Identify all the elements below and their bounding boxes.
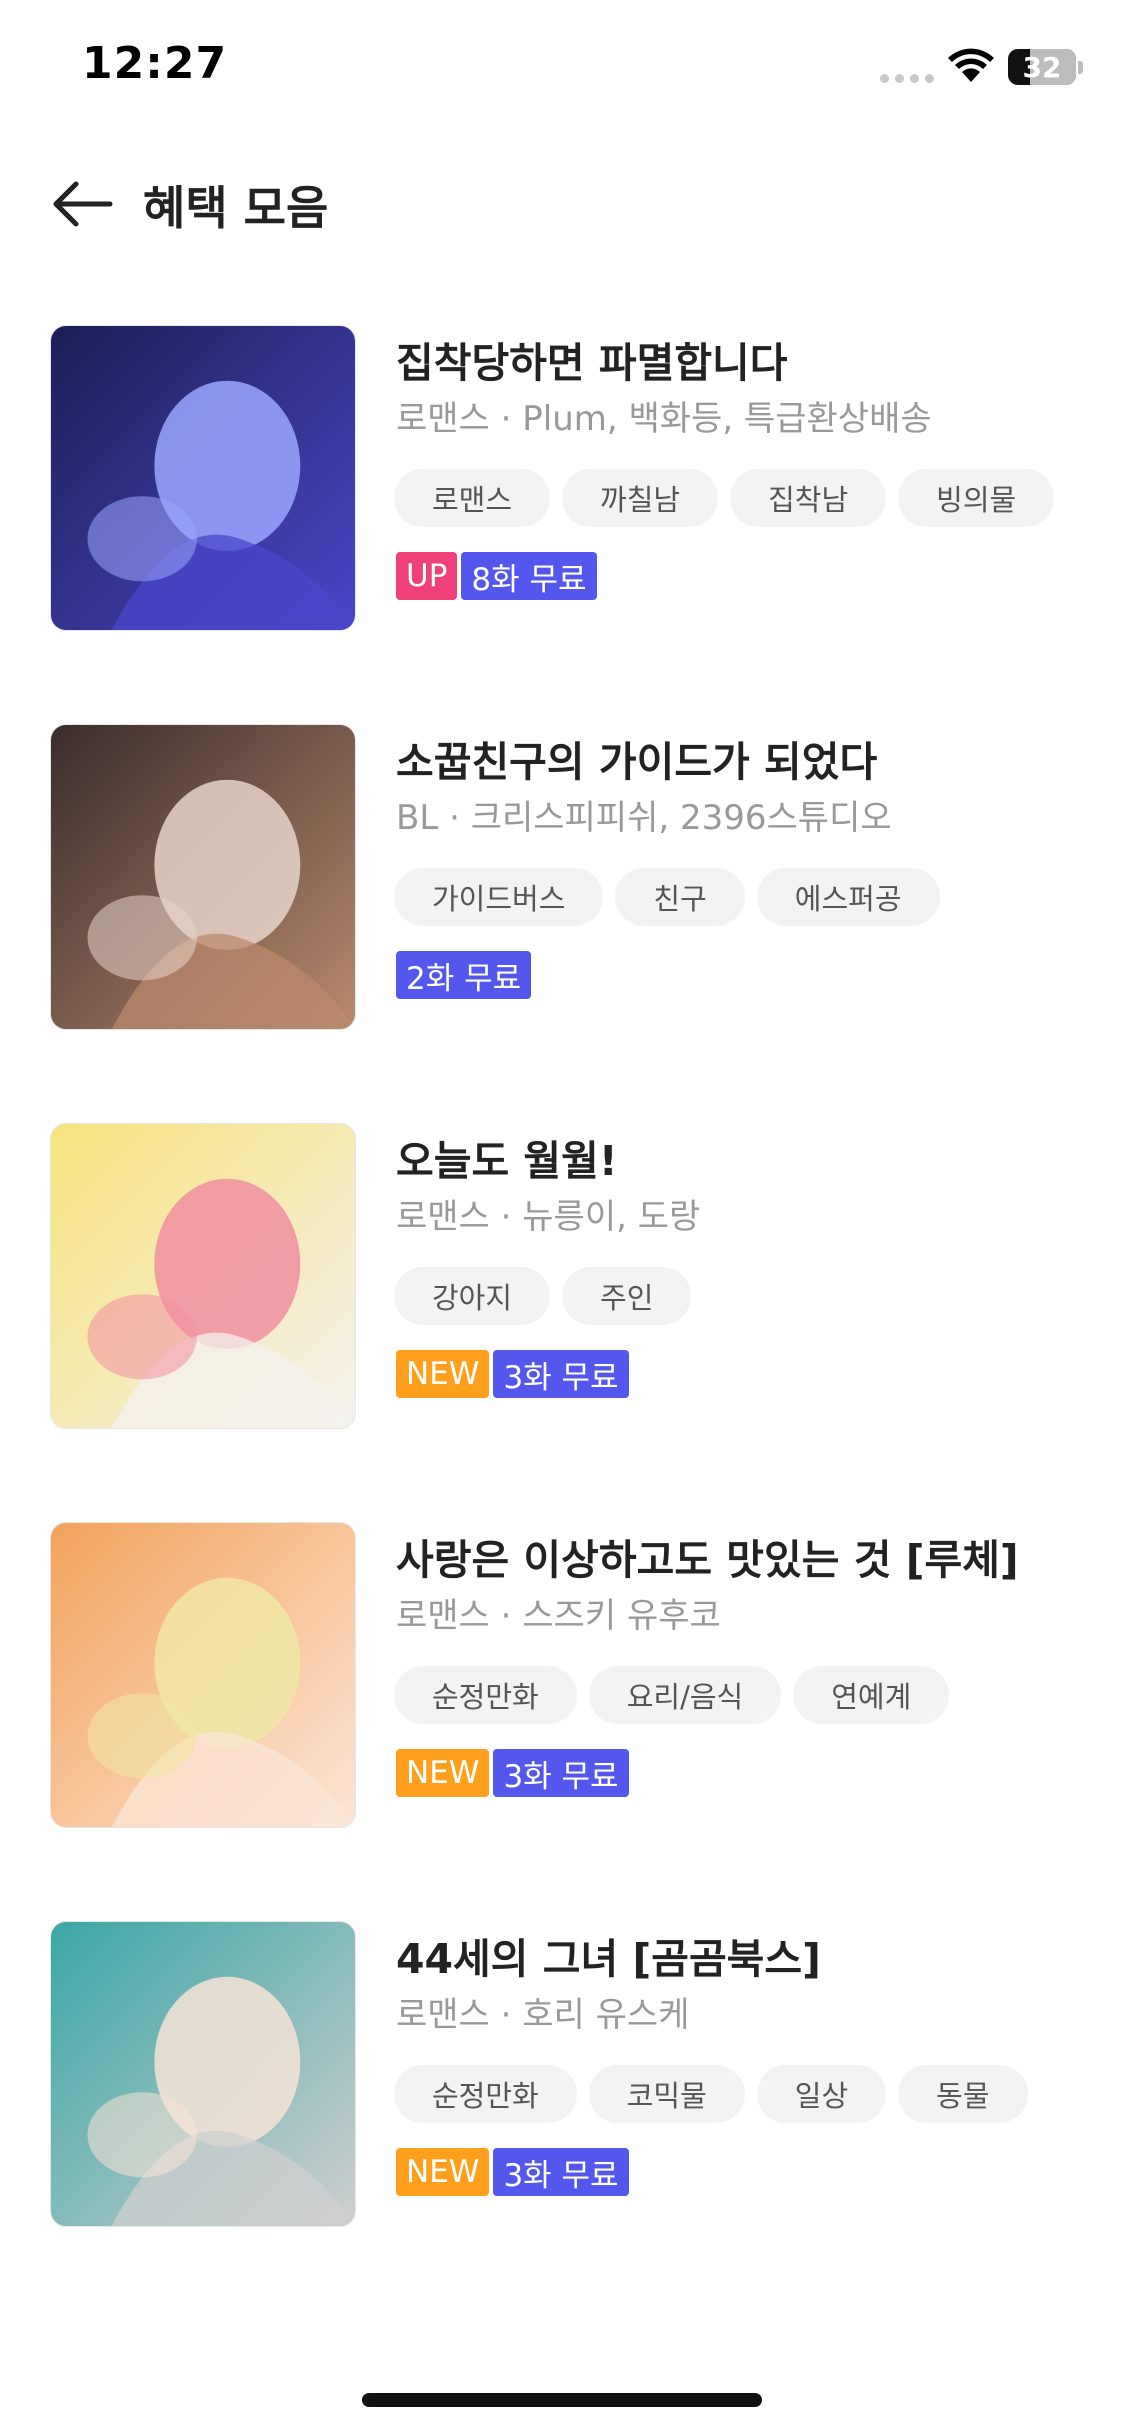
comic-thumbnail[interactable] — [50, 1522, 356, 1828]
tag-chip[interactable]: 에스퍼공 — [756, 868, 940, 926]
comic-meta: 로맨스 · 뉴릉이, 도랑 — [396, 1197, 701, 1237]
free-episodes-badge: 8화 무료 — [461, 552, 597, 600]
tag-chip[interactable]: 로맨스 — [394, 469, 551, 527]
comic-list-item[interactable]: 소꿉친구의 가이드가 되었다 BL · 크리스피피쉬, 2396스튜디오가이드버스… — [0, 722, 1125, 1032]
comic-title[interactable]: 집착당하면 파멸합니다 — [396, 329, 787, 389]
wifi-icon — [948, 48, 994, 82]
comic-list-item[interactable]: 사랑은 이상하고도 맛있는 것 [루체] 로맨스 · 스즈키 유후코순정만화 요리/… — [0, 1520, 1125, 1830]
comic-thumbnail[interactable] — [50, 1123, 356, 1429]
new-badge: NEW — [396, 2148, 490, 2196]
battery-level: 32 — [1022, 50, 1062, 84]
tag-list: 순정만화 코믹물 일상 동물 — [394, 2065, 1028, 2123]
free-episodes-badge: 3화 무료 — [493, 2148, 629, 2196]
tag-list: 가이드버스 친구 에스퍼공 — [394, 868, 940, 926]
arrow-left-icon — [53, 181, 113, 227]
comic-thumbnail[interactable] — [50, 325, 356, 631]
badge-list: NEW 3화 무료 — [396, 1350, 629, 1398]
tag-chip[interactable]: 가이드버스 — [394, 868, 604, 926]
free-episodes-badge: 2화 무료 — [396, 951, 532, 999]
status-bar: 12:27 32 — [0, 0, 1125, 140]
badge-list: 2화 무료 — [396, 951, 532, 999]
comic-title[interactable]: 오늘도 월월! — [396, 1127, 618, 1187]
comic-list-item[interactable]: 집착당하면 파멸합니다로맨스 · Plum, 백화등, 특급환상배송로맨스 까칠남… — [0, 323, 1125, 633]
page-title: 혜택 모음 — [143, 181, 329, 235]
battery-icon: 32 — [1008, 49, 1076, 85]
comic-title[interactable]: 소꿉친구의 가이드가 되었다 — [396, 728, 877, 788]
free-episodes-badge: 3화 무료 — [493, 1350, 629, 1398]
comic-title[interactable]: 사랑은 이상하고도 맛있는 것 [루체] — [396, 1526, 1019, 1586]
tag-chip[interactable]: 강아지 — [394, 1267, 551, 1325]
tag-chip[interactable]: 빙의물 — [898, 469, 1055, 527]
tag-list: 순정만화 요리/음식 연예계 — [394, 1666, 950, 1724]
comic-thumbnail[interactable] — [50, 1921, 356, 2227]
tag-chip[interactable]: 코믹물 — [588, 2065, 745, 2123]
tag-chip[interactable]: 동물 — [898, 2065, 1028, 2123]
comic-list-item[interactable]: 44세의 그녀 [곰곰북스] 로맨스 · 호리 유스케순정만화 코믹물 일상 동물 NEW… — [0, 1919, 1125, 2229]
comic-meta: 로맨스 · 스즈키 유후코 — [396, 1596, 721, 1636]
header: 혜택 모음 — [0, 150, 1125, 260]
badge-list: NEW 3화 무료 — [396, 1749, 629, 1797]
comic-thumbnail[interactable] — [50, 724, 356, 1030]
tag-chip[interactable]: 순정만화 — [394, 1666, 577, 1724]
new-badge: NEW — [396, 1350, 490, 1398]
comic-meta: 로맨스 · Plum, 백화등, 특급환상배송 — [396, 399, 932, 439]
up-badge: UP — [396, 552, 458, 600]
comic-meta: 로맨스 · 호리 유스케 — [396, 1995, 690, 2035]
tag-list: 강아지 주인 — [394, 1267, 692, 1325]
status-time: 12:27 — [82, 38, 228, 89]
new-badge: NEW — [396, 1749, 490, 1797]
badge-list: UP 8화 무료 — [396, 552, 597, 600]
cellular-signal-icon — [880, 74, 934, 83]
tag-list: 로맨스 까칠남 집착남 빙의물 — [394, 469, 1055, 527]
comic-list-item[interactable]: 오늘도 월월! 로맨스 · 뉴릉이, 도랑강아지 주인 NEW 3화 무료 — [0, 1121, 1125, 1431]
battery-cap — [1078, 61, 1083, 74]
comic-title[interactable]: 44세의 그녀 [곰곰북스] — [396, 1925, 821, 1985]
home-indicator — [362, 2393, 762, 2407]
tag-chip[interactable]: 연예계 — [793, 1666, 950, 1724]
badge-list: NEW 3화 무료 — [396, 2148, 629, 2196]
tag-chip[interactable]: 친구 — [615, 868, 745, 926]
tag-chip[interactable]: 집착남 — [730, 469, 887, 527]
tag-chip[interactable]: 순정만화 — [394, 2065, 577, 2123]
free-episodes-badge: 3화 무료 — [493, 1749, 629, 1797]
tag-chip[interactable]: 요리/음식 — [588, 1666, 782, 1724]
comic-meta: BL · 크리스피피쉬, 2396스튜디오 — [396, 798, 892, 838]
tag-chip[interactable]: 일상 — [756, 2065, 887, 2123]
tag-chip[interactable]: 주인 — [562, 1267, 692, 1325]
tag-chip[interactable]: 까칠남 — [562, 469, 719, 527]
back-button[interactable] — [48, 174, 118, 234]
